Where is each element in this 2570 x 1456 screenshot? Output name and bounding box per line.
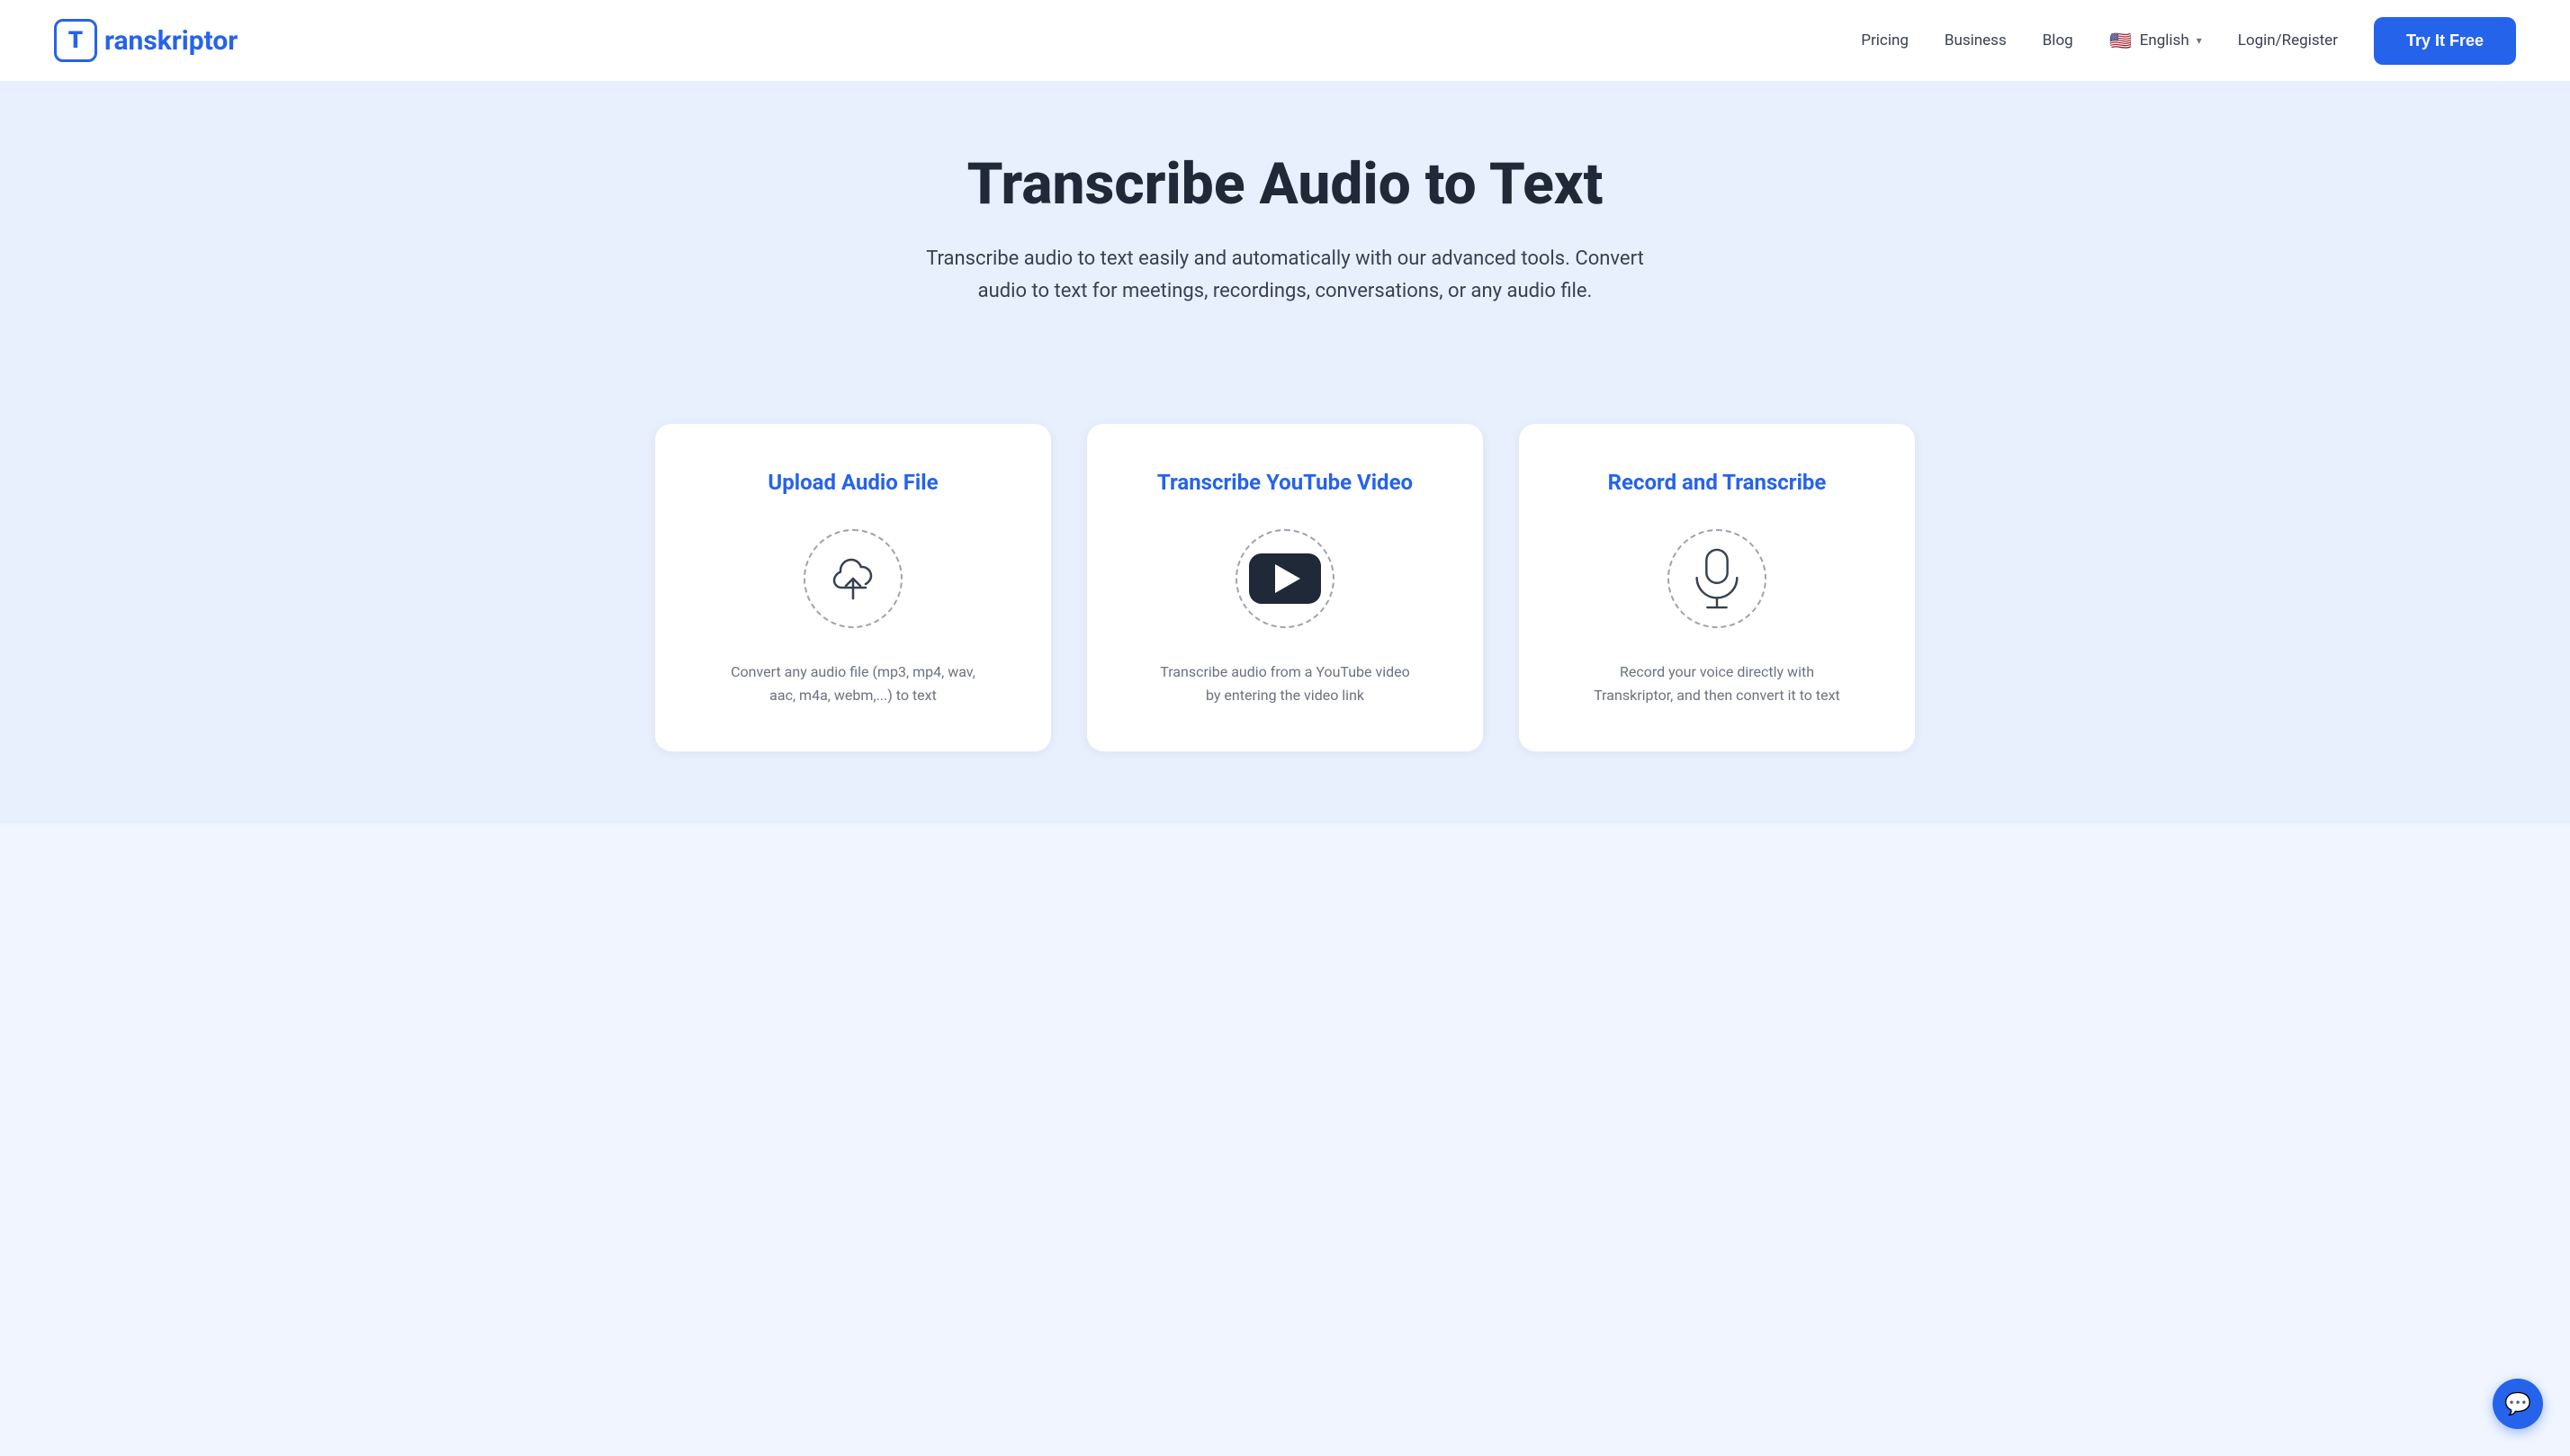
record-transcribe-description: Record your voice directly with Transkri…	[1591, 661, 1843, 706]
chat-bubble-icon: 💬	[2504, 1391, 2531, 1416]
logo-text: ranskriptor	[104, 25, 238, 57]
upload-cloud-icon	[826, 552, 880, 606]
logo-icon: T	[54, 19, 97, 62]
upload-icon-wrapper	[804, 529, 903, 628]
logo[interactable]: T ranskriptor	[54, 19, 238, 62]
youtube-play-button-icon	[1249, 553, 1321, 604]
navbar: T ranskriptor Pricing Business Blog 🇺🇸 E…	[0, 0, 2570, 81]
chat-bubble-button[interactable]: 💬	[2493, 1379, 2543, 1429]
login-register-link[interactable]: Login/Register	[2238, 31, 2338, 49]
chevron-down-icon: ▾	[2197, 34, 2202, 47]
upload-audio-card[interactable]: Upload Audio File Convert any audio file…	[655, 424, 1051, 751]
hero-title: Transcribe Audio to Text	[36, 153, 2534, 216]
youtube-icon-wrapper	[1236, 529, 1334, 628]
record-transcribe-card[interactable]: Record and Transcribe Record your voice …	[1519, 424, 1915, 751]
blog-link[interactable]: Blog	[2043, 31, 2073, 49]
try-it-free-button[interactable]: Try It Free	[2374, 17, 2516, 65]
record-transcribe-title: Record and Transcribe	[1608, 469, 1827, 497]
play-triangle-icon	[1275, 564, 1300, 593]
hero-subtitle: Transcribe audio to text easily and auto…	[925, 243, 1645, 306]
pricing-link[interactable]: Pricing	[1861, 31, 1909, 49]
microphone-icon	[1691, 548, 1743, 609]
language-selector[interactable]: 🇺🇸 English ▾	[2109, 29, 2202, 52]
business-link[interactable]: Business	[1945, 31, 2007, 49]
upload-audio-title: Upload Audio File	[768, 469, 938, 497]
hero-section: Transcribe Audio to Text Transcribe audi…	[0, 81, 2570, 424]
microphone-icon-wrapper	[1667, 529, 1766, 628]
transcribe-youtube-description: Transcribe audio from a YouTube video by…	[1159, 661, 1411, 706]
flag-icon: 🇺🇸	[2109, 29, 2133, 52]
transcribe-youtube-title: Transcribe YouTube Video	[1157, 469, 1413, 497]
transcribe-youtube-card[interactable]: Transcribe YouTube Video Transcribe audi…	[1087, 424, 1483, 751]
nav-links: Pricing Business Blog 🇺🇸 English ▾ Login…	[1861, 17, 2516, 65]
language-label: English	[2140, 31, 2189, 49]
cards-section: Upload Audio File Convert any audio file…	[0, 424, 2570, 823]
upload-audio-description: Convert any audio file (mp3, mp4, wav, a…	[727, 661, 979, 706]
